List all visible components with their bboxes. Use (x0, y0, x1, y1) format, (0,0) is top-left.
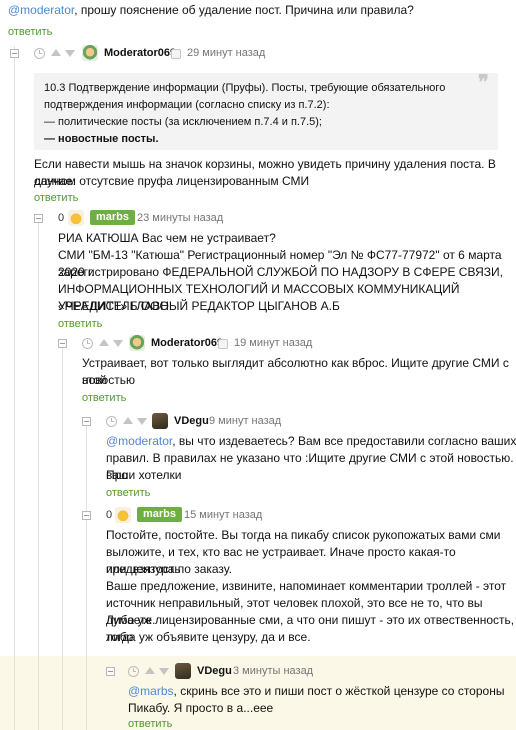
comment-time[interactable]: 9 минут назад (209, 415, 281, 427)
avatar[interactable] (68, 210, 84, 226)
user-mention[interactable]: @moderator (8, 3, 74, 17)
clock-icon (34, 48, 45, 59)
quote-line: подтверждения информации (согласно списк… (44, 99, 330, 111)
rating-value: 0 (106, 509, 113, 521)
username-badge[interactable]: marbs (90, 210, 136, 225)
avatar[interactable] (152, 413, 168, 429)
user-mention[interactable]: @marbs (128, 684, 174, 698)
comment-text: @marbs, скринь все это и пиши пост о жёс… (128, 684, 505, 698)
user-badge-icon (171, 49, 181, 59)
comment-line: случае: отсутсвие пруфа лицензированным … (34, 174, 310, 188)
upvote-icon[interactable] (51, 49, 61, 56)
comment-text: @moderator, прошу пояснение об удаление … (8, 3, 414, 17)
thread-line (14, 46, 15, 730)
username[interactable]: VDegu (174, 415, 209, 427)
collapse-toggle[interactable] (106, 667, 115, 676)
reply-link[interactable]: ответить (58, 318, 102, 330)
thread-line (86, 422, 87, 730)
username[interactable]: VDegu (197, 665, 232, 677)
collapse-toggle[interactable] (82, 511, 91, 520)
comment-time[interactable]: 23 минуты назад (137, 212, 223, 224)
comment-text: @moderator, вы что издеваетесь? Вам все … (106, 434, 516, 448)
comment-line: Пикабу. Я просто в а...еее (128, 701, 274, 715)
reply-link[interactable]: ответить (8, 26, 52, 38)
upvote-icon[interactable] (145, 667, 155, 674)
downvote-icon[interactable] (113, 340, 123, 347)
avatar[interactable] (82, 45, 98, 61)
comment-line: ваши хотелки (106, 468, 182, 482)
downvote-icon[interactable] (137, 418, 147, 425)
comment-time[interactable]: 29 минут назад (187, 47, 265, 59)
avatar[interactable] (175, 663, 191, 679)
thread-line (38, 222, 39, 730)
username-badge[interactable]: marbs (137, 507, 183, 522)
comment-line: Устраивает, вот только выглядит абсолютн… (82, 356, 509, 387)
clock-icon (82, 338, 93, 349)
collapse-toggle[interactable] (58, 339, 67, 348)
user-badge-icon (218, 339, 228, 349)
user-mention[interactable]: @moderator (106, 434, 172, 448)
comment-line: тогда уж объявите цензуру, да и все. (106, 630, 311, 644)
collapse-toggle[interactable] (10, 49, 19, 58)
quote-line: — политические посты (за исключением п.7… (44, 116, 322, 128)
quote-line: 10.3 Подтверждение информации (Пруфы). П… (44, 82, 446, 94)
downvote-icon[interactable] (159, 668, 169, 675)
rating-value: 0 (58, 212, 65, 224)
collapse-toggle[interactable] (34, 214, 43, 223)
reply-link[interactable]: ответить (34, 192, 78, 204)
reply-link[interactable]: ответить (128, 718, 172, 730)
reply-link[interactable]: ответить (106, 487, 150, 499)
comment-line: или цензура по заказу. (106, 562, 232, 576)
comment-time[interactable]: 19 минут назад (234, 337, 312, 349)
comment-line: новостью (82, 373, 135, 387)
avatar[interactable] (129, 335, 145, 351)
comment-time[interactable]: 3 минуты назад (233, 665, 313, 677)
username[interactable]: Moderator069 (104, 47, 176, 59)
collapse-toggle[interactable] (82, 417, 91, 426)
username[interactable]: Moderator069 (151, 337, 223, 349)
quote-line: — новостные посты. (44, 133, 159, 145)
quote-icon: ❞ (478, 70, 489, 94)
thread-line (62, 344, 63, 730)
comment-line: РИА КАТЮША Вас чем не устраивает? (58, 231, 276, 245)
comment-line: Постойте, постойте. Вы тогда на пикабу с… (106, 528, 501, 542)
clock-icon (128, 666, 139, 677)
comment-line: «РЕАЛИСТ» ГЛАВНЫЙ РЕДАКТОР ЦЫГАНОВ А.Б (58, 299, 340, 313)
upvote-icon[interactable] (99, 339, 109, 346)
upvote-icon[interactable] (123, 417, 133, 424)
comment-line: Ваше предложение, извините, напоминает к… (106, 579, 507, 593)
comment-line: зарегистрировано ФЕДЕРАЛЬНОЙ СЛУЖБОЙ ПО … (58, 265, 503, 279)
clock-icon (106, 416, 117, 427)
comment-time[interactable]: 15 минут назад (184, 509, 262, 521)
downvote-icon[interactable] (65, 50, 75, 57)
avatar[interactable] (115, 507, 131, 523)
reply-link[interactable]: ответить (82, 392, 126, 404)
